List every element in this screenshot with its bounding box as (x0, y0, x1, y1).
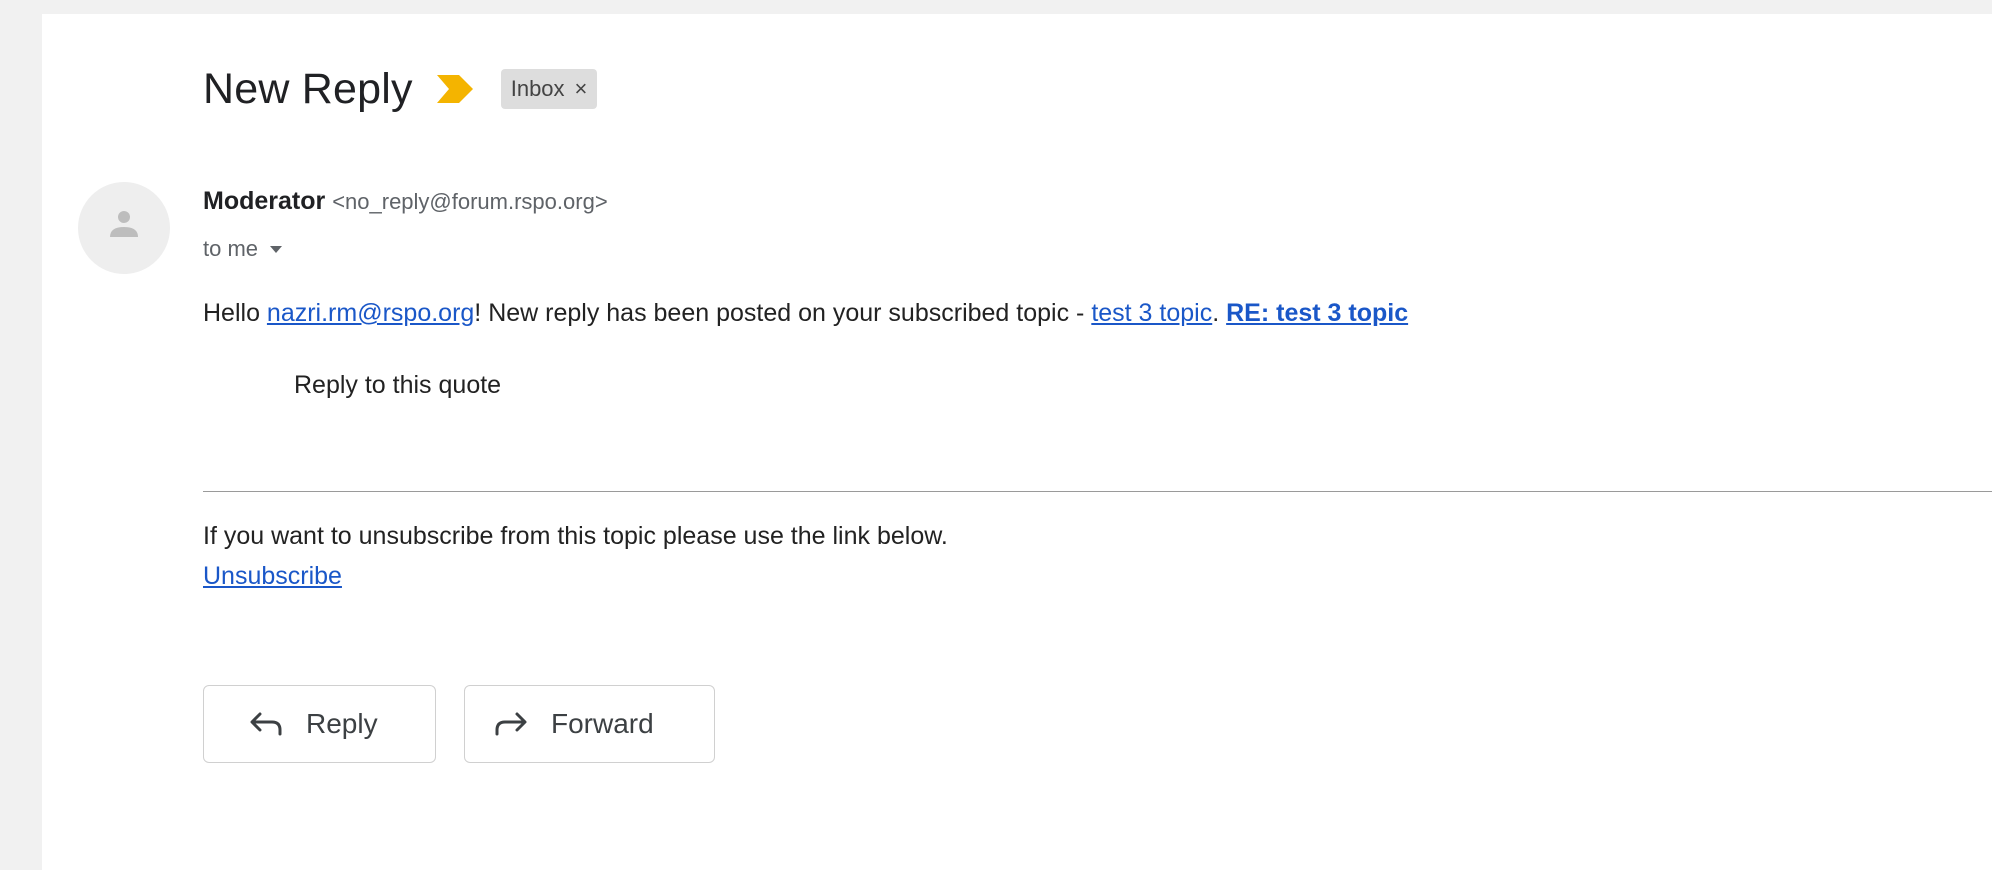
remove-label-close-icon[interactable]: × (575, 76, 588, 102)
unsubscribe-instructions: If you want to unsubscribe from this top… (203, 522, 948, 550)
sender-line: Moderator <no_reply@forum.rspo.org> (203, 187, 608, 216)
sender-avatar (78, 182, 170, 274)
subject-row: New Reply Inbox × (203, 58, 598, 120)
forward-button-label: Forward (551, 708, 654, 739)
forward-arrow-icon (495, 712, 527, 736)
inbox-label-chip: Inbox × (500, 69, 598, 109)
separator-text: . (1212, 299, 1227, 327)
unsubscribe-link[interactable]: Unsubscribe (203, 562, 342, 591)
reply-button[interactable]: Reply (203, 685, 436, 763)
email-subject: New Reply (203, 64, 413, 113)
reply-button-label: Reply (306, 708, 378, 739)
topic-link[interactable]: test 3 topic (1091, 299, 1212, 327)
message-text: ! New reply has been posted on your subs… (474, 299, 1092, 327)
reply-to-quote-text: Reply to this quote (294, 371, 502, 399)
content-divider (203, 491, 1992, 492)
forward-button[interactable]: Forward (464, 685, 715, 763)
recipient-email-link[interactable]: nazri.rm@rspo.org (267, 299, 474, 327)
inbox-label-text: Inbox (510, 76, 565, 101)
caret-down-icon[interactable] (270, 245, 283, 253)
reply-post-link[interactable]: RE: test 3 topic (1226, 299, 1408, 327)
recipient-line[interactable]: to me (203, 236, 283, 262)
greeting-text: Hello (203, 299, 267, 327)
person-avatar-icon (110, 211, 138, 237)
importance-marker-icon[interactable] (436, 75, 473, 103)
reply-arrow-icon (250, 712, 282, 736)
sender-name: Moderator (203, 187, 326, 215)
recipient-text: to me (203, 236, 259, 261)
sender-email-address: <no_reply@forum.rspo.org> (332, 189, 608, 214)
email-body-message: Hello nazri.rm@rspo.org! New reply has b… (203, 299, 1408, 328)
